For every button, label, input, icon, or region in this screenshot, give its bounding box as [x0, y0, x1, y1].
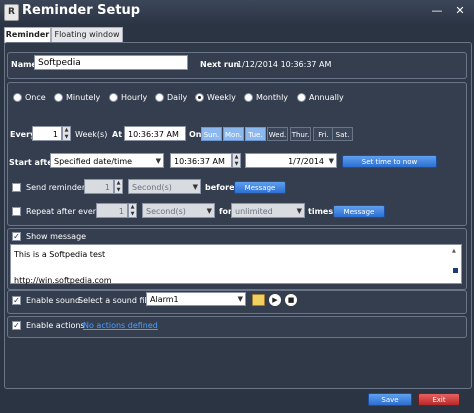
show-message-label: Show message — [26, 232, 87, 241]
radio-daily-label: Daily — [167, 93, 188, 102]
message-textarea[interactable]: This is a Softpedia test http://win.soft… — [10, 244, 462, 285]
enable-actions-checkbox[interactable]: ✓ — [12, 321, 21, 330]
tab-reminder[interactable]: Reminder — [4, 27, 51, 43]
day-monday[interactable]: Mon. — [223, 127, 244, 141]
name-input[interactable]: Softpedia — [34, 55, 188, 70]
no-actions-link[interactable]: No actions defined — [83, 321, 158, 330]
send-reminder-unit-select[interactable]: Second(s) ▼ — [128, 179, 201, 194]
repeat-label: Repeat after every — [26, 207, 101, 216]
title-bar: R Reminder Setup — ✕ — [0, 0, 474, 24]
for-label: for — [219, 207, 232, 216]
enable-sound-label: Enable sound — [26, 296, 81, 305]
radio-once[interactable] — [13, 93, 22, 102]
select-sound-label: Select a sound file — [78, 296, 152, 305]
day-tuesday[interactable]: Tue. — [245, 127, 266, 141]
radio-hourly-label: Hourly — [121, 93, 148, 102]
stop-icon[interactable]: ■ — [285, 294, 297, 306]
at-time-input[interactable]: 10:36:37 AM — [124, 126, 186, 141]
repeat-unit-select[interactable]: Second(s) ▼ — [142, 203, 215, 218]
minimize-button[interactable]: — — [427, 3, 447, 19]
start-date-input[interactable]: 1/7/2014 ▼ — [245, 153, 337, 168]
enable-sound-checkbox[interactable]: ✓ — [12, 296, 21, 305]
exit-button[interactable]: Exit — [418, 393, 460, 406]
radio-monthly[interactable] — [244, 93, 253, 102]
enable-actions-label: Enable actions — [26, 321, 85, 330]
start-after-value: Specified date/time — [54, 157, 133, 166]
start-time-spinner[interactable]: ▲ ▼ — [232, 153, 241, 168]
start-time-input[interactable]: 10:36:37 AM — [170, 153, 232, 168]
next-run-label: Next run — [200, 60, 240, 69]
radio-monthly-label: Monthly — [256, 93, 289, 102]
on-label: On — [189, 130, 202, 139]
radio-minutely[interactable] — [54, 93, 63, 102]
start-after-select[interactable]: Specified date/time ▼ — [50, 153, 164, 168]
play-icon[interactable]: ▶ — [269, 294, 281, 306]
every-spinner[interactable]: ▲ ▼ — [62, 126, 71, 141]
scroll-thumb[interactable] — [453, 268, 458, 273]
send-reminder-checkbox[interactable] — [12, 183, 21, 192]
repeat-message-button[interactable]: Message — [333, 205, 385, 218]
calendar-dropdown-icon: ▼ — [328, 157, 334, 165]
next-run-value: 1/12/2014 10:36:37 AM — [237, 60, 332, 69]
app-icon: R — [4, 4, 19, 21]
repeat-for-value: unlimited — [235, 207, 273, 216]
message-line-2 — [14, 261, 458, 274]
day-wednesday[interactable]: Wed. — [267, 127, 288, 141]
chevron-down-icon: ▼ — [296, 207, 302, 215]
chevron-down-icon: ▼ — [237, 295, 243, 303]
week-unit-label: Week(s) — [75, 130, 108, 139]
chevron-down-icon: ▼ — [192, 183, 198, 191]
repeat-spinner[interactable]: ▲ ▼ — [128, 203, 137, 218]
sound-file-select[interactable]: Alarm1 ▼ — [146, 292, 246, 306]
show-message-checkbox[interactable]: ✓ — [12, 232, 21, 241]
send-reminder-message-button[interactable]: Message — [234, 181, 286, 194]
send-reminder-unit-value: Second(s) — [132, 183, 172, 192]
message-line-1: This is a Softpedia test — [14, 250, 106, 259]
at-label: At — [112, 130, 123, 139]
chevron-down-icon: ▼ — [206, 207, 212, 215]
name-label: Name — [11, 60, 37, 69]
repeat-for-select[interactable]: unlimited ▼ — [231, 203, 305, 218]
radio-weekly[interactable] — [195, 93, 204, 102]
day-friday[interactable]: Fri. — [313, 127, 334, 141]
tab-floating-window[interactable]: Floating window — [51, 27, 123, 43]
chevron-down-icon: ▼ — [155, 157, 161, 165]
start-date-value: 1/7/2014 — [288, 157, 324, 166]
window-title: Reminder Setup — [22, 3, 141, 18]
save-button[interactable]: Save — [368, 393, 412, 406]
repeat-checkbox[interactable] — [12, 207, 21, 216]
send-reminder-spinner[interactable]: ▲ ▼ — [114, 179, 123, 194]
radio-minutely-label: Minutely — [66, 93, 101, 102]
folder-icon[interactable] — [252, 294, 265, 306]
sound-file-value: Alarm1 — [150, 295, 179, 304]
close-button[interactable]: ✕ — [450, 3, 470, 19]
radio-annually-label: Annually — [309, 93, 344, 102]
radio-once-label: Once — [25, 93, 46, 102]
send-reminder-value[interactable]: 1 — [84, 179, 114, 194]
times-label: times — [308, 207, 334, 216]
day-sunday[interactable]: Sun. — [201, 127, 222, 141]
scroll-up-icon: ▲ — [452, 248, 456, 254]
before-label: before — [205, 183, 235, 192]
day-saturday[interactable]: Sat. — [332, 127, 353, 141]
repeat-unit-value: Second(s) — [146, 207, 186, 216]
set-time-now-button[interactable]: Set time to now — [342, 155, 437, 168]
radio-weekly-label: Weekly — [207, 93, 236, 102]
message-scrollbar[interactable]: ▲ — [452, 248, 459, 280]
radio-annually[interactable] — [297, 93, 306, 102]
day-thursday[interactable]: Thur. — [290, 127, 311, 141]
radio-daily[interactable] — [155, 93, 164, 102]
radio-hourly[interactable] — [109, 93, 118, 102]
send-reminder-label: Send reminder — [26, 183, 86, 192]
every-input[interactable]: 1 — [32, 126, 62, 141]
message-line-3: http://win.softpedia.com — [14, 276, 112, 285]
repeat-value[interactable]: 1 — [96, 203, 128, 218]
